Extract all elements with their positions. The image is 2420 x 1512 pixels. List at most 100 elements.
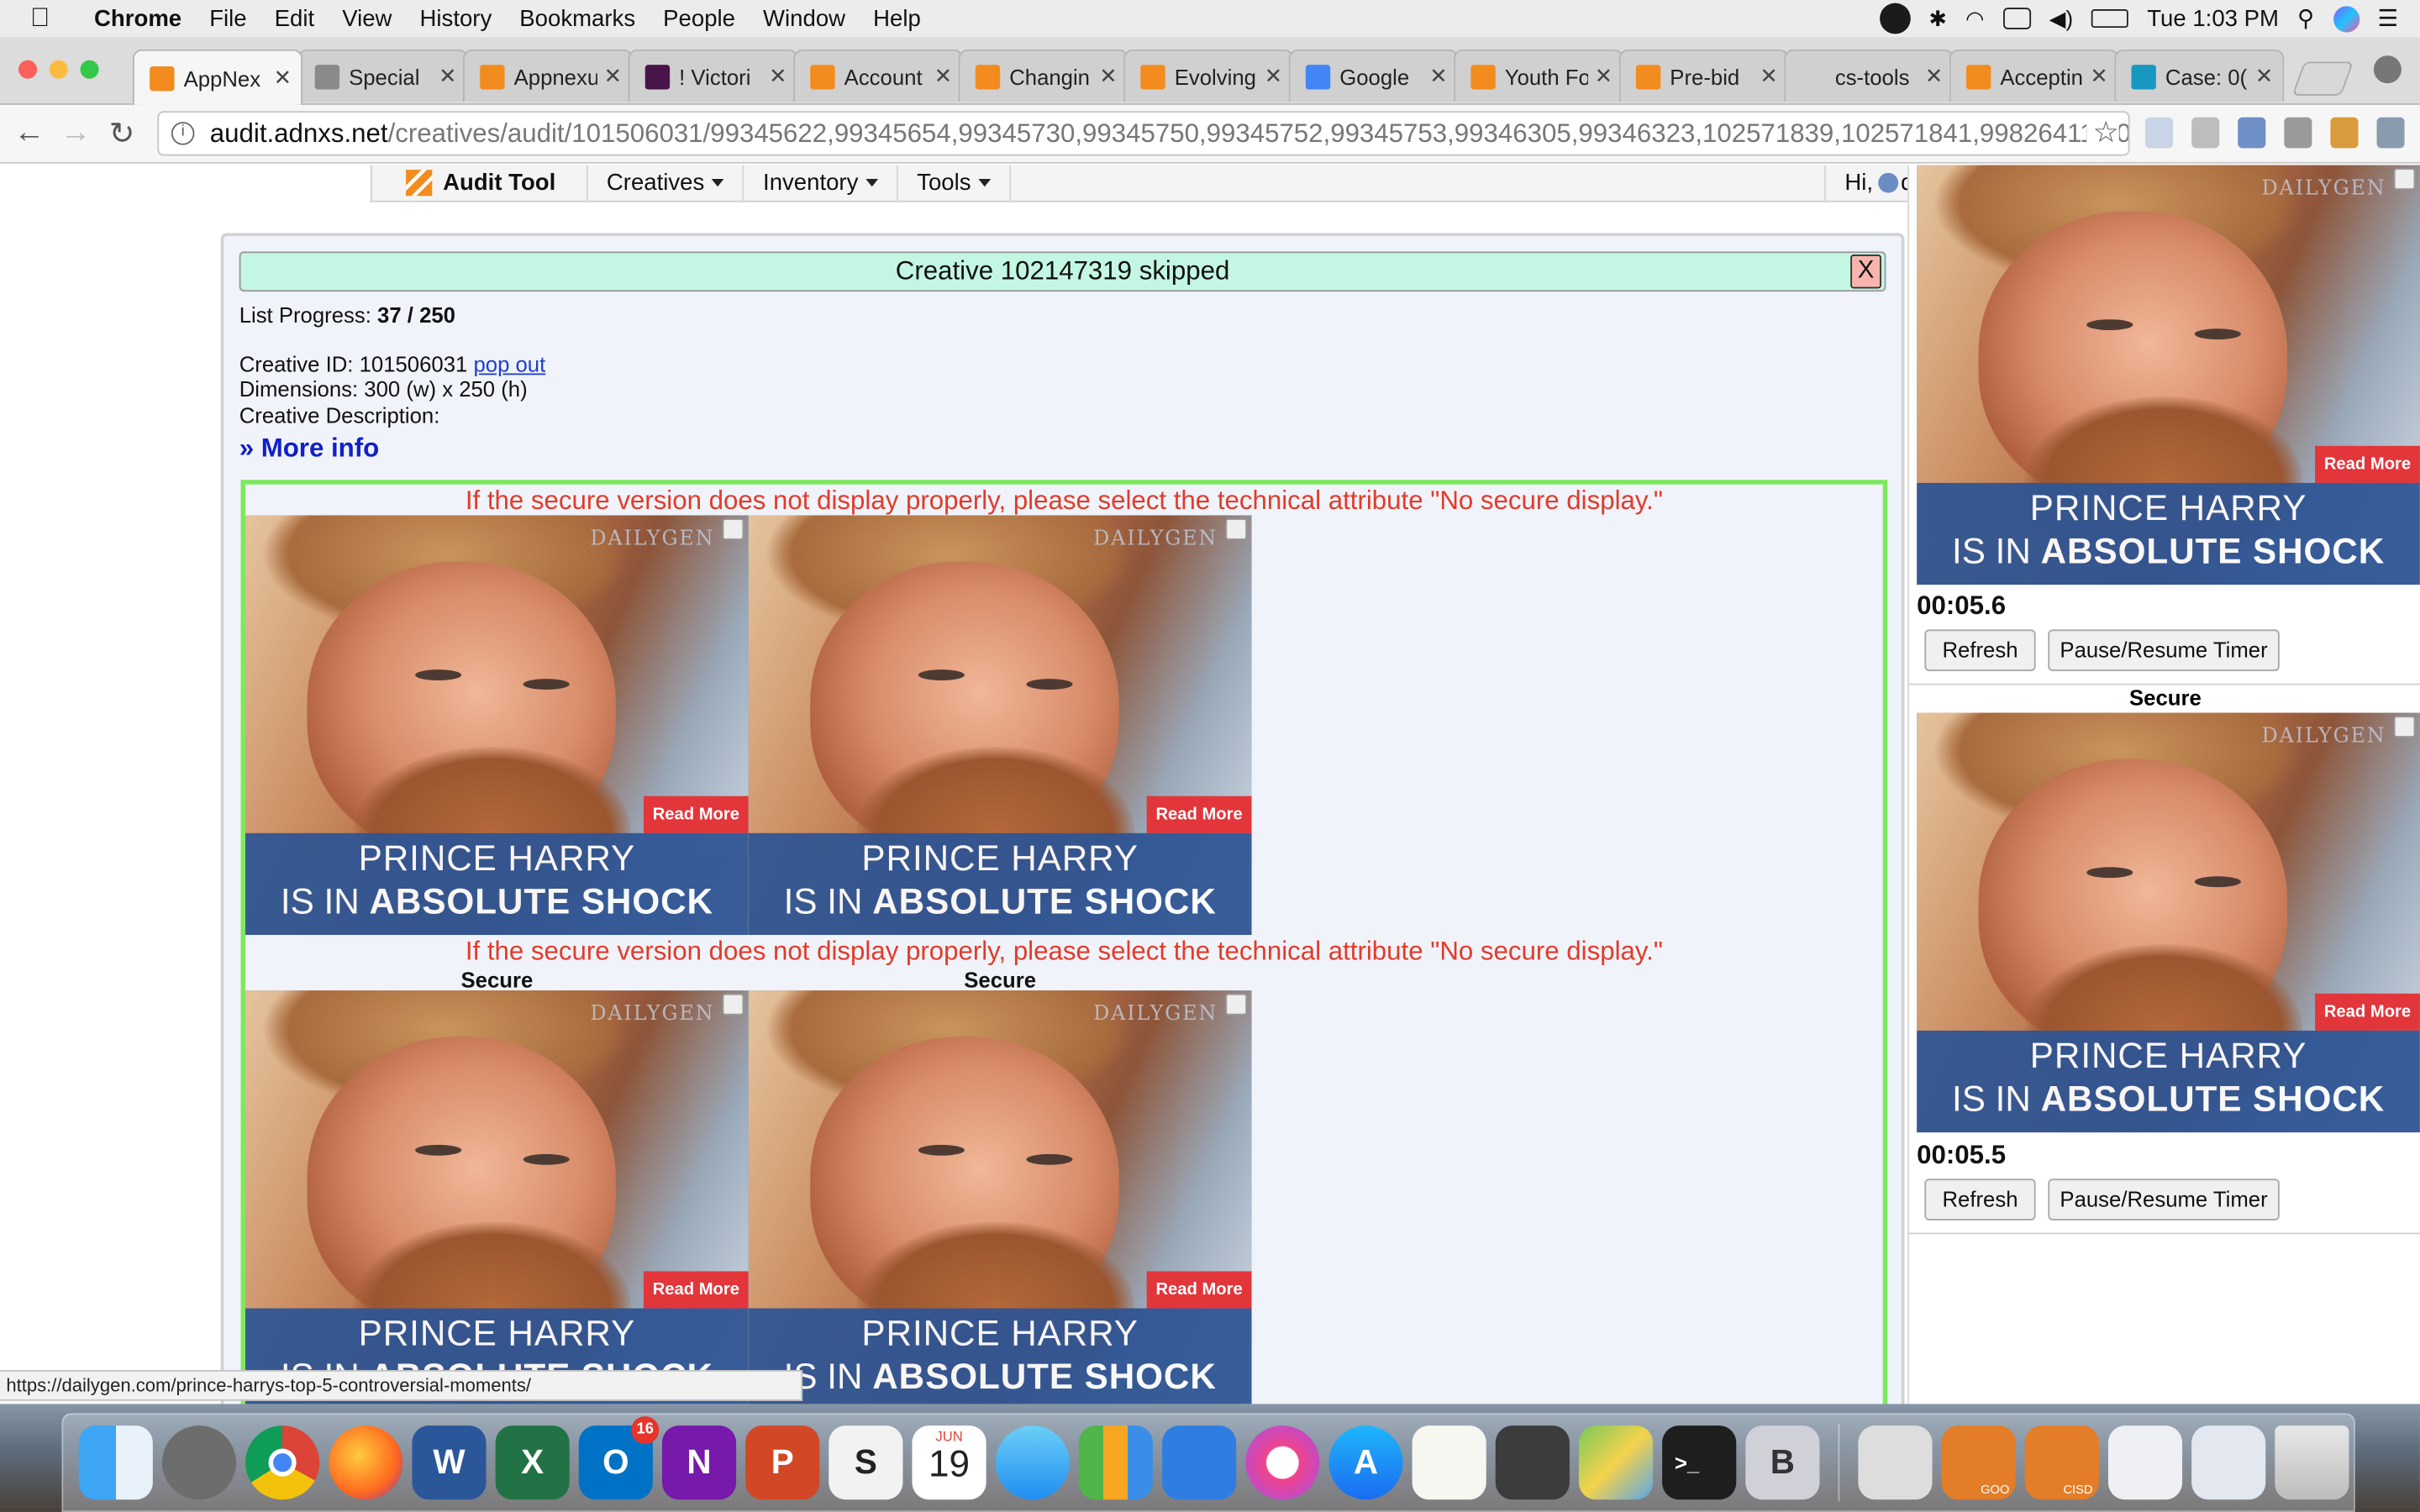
extension-gift-icon[interactable] xyxy=(2376,117,2405,149)
read-more-button[interactable]: Read More xyxy=(2315,993,2420,1031)
reload-icon[interactable]: ↻ xyxy=(99,114,145,153)
profile-icon[interactable] xyxy=(2373,55,2402,84)
browser-tab[interactable]: Changin ✕ xyxy=(958,49,1128,102)
word-icon[interactable]: W xyxy=(412,1425,487,1500)
tab-close-icon[interactable]: ✕ xyxy=(2255,63,2274,89)
chrome-window-thumbnail-icon[interactable] xyxy=(2107,1425,2183,1500)
app-brand[interactable]: Audit Tool xyxy=(372,165,588,201)
chrome-icon[interactable] xyxy=(245,1425,320,1500)
tab-close-icon[interactable]: ✕ xyxy=(604,63,623,89)
slack-s-icon[interactable]: S xyxy=(829,1425,903,1500)
adchoices-icon[interactable] xyxy=(722,518,744,540)
read-more-button[interactable]: Read More xyxy=(643,1271,749,1309)
dollar-status-icon[interactable] xyxy=(1879,3,1911,34)
ad-creative-preview[interactable]: DAILYGEN Read More PRINCE HARRY IS IN ABS… xyxy=(1917,165,2420,585)
browser-tab[interactable]: Pre-bid ✕ xyxy=(1618,49,1789,102)
system-preferences-icon[interactable] xyxy=(161,1425,237,1500)
tab-close-icon[interactable]: ✕ xyxy=(1265,63,1283,89)
forward-arrow-icon[interactable]: → xyxy=(52,116,98,151)
browser-tab[interactable]: Case: 0(✕ xyxy=(2114,49,2285,102)
tab-close-icon[interactable]: ✕ xyxy=(439,63,457,89)
menu-file[interactable]: File xyxy=(196,5,260,31)
tab-close-icon[interactable]: ✕ xyxy=(934,63,953,89)
browser-tab[interactable]: ! Victori ✕ xyxy=(628,49,798,102)
battery-icon[interactable] xyxy=(2091,9,2129,29)
menu-help[interactable]: Help xyxy=(860,5,935,31)
airplay-icon[interactable] xyxy=(2002,8,2031,29)
ad-creative-secure-preview[interactable]: DAILYGEN Read More PRINCE HARRY IS IN ABS… xyxy=(1917,712,2420,1133)
read-more-button[interactable]: Read More xyxy=(1146,795,1252,833)
adchoices-icon[interactable] xyxy=(1225,518,1248,540)
menu-edit[interactable]: Edit xyxy=(260,5,329,31)
tab-close-icon[interactable]: ✕ xyxy=(1925,63,1944,89)
adchoices-icon[interactable] xyxy=(1225,993,1248,1016)
site-info-icon[interactable]: i xyxy=(171,122,195,145)
adchoices-icon[interactable] xyxy=(2393,716,2416,738)
excel-icon[interactable]: X xyxy=(495,1425,570,1500)
extension-search-icon[interactable] xyxy=(2145,117,2174,149)
read-more-button[interactable]: Read More xyxy=(2315,445,2420,483)
menu-app-name[interactable]: Chrome xyxy=(81,5,196,31)
browser-tab[interactable]: Evolving ✕ xyxy=(1123,49,1294,102)
spotlight-search-icon[interactable]: ⚲ xyxy=(2297,5,2314,32)
browser-tab[interactable]: Google ✕ xyxy=(1288,49,1459,102)
goo-icon[interactable]: GOO xyxy=(1941,1425,2016,1500)
extension-hammer-icon[interactable] xyxy=(2330,117,2359,149)
outlook-icon[interactable]: O 16 xyxy=(578,1416,660,1500)
pop-out-link[interactable]: pop out xyxy=(473,352,545,376)
address-bar[interactable]: i audit.adnxs.net/creatives/audit/101506… xyxy=(157,111,2130,156)
ad-creative[interactable]: DAILYGEN Read More PRINCE HARRY IS IN ABS… xyxy=(245,515,749,936)
tab-close-icon[interactable]: ✕ xyxy=(1760,63,1778,89)
menu-history[interactable]: History xyxy=(406,5,506,31)
trash-icon[interactable] xyxy=(2275,1425,2349,1500)
messages-icon[interactable] xyxy=(995,1425,1070,1500)
browser-tab[interactable]: Account ✕ xyxy=(793,49,964,102)
ad-creative-secure[interactable]: DAILYGEN Read More PRINCE HARRYIS IN ABS… xyxy=(245,990,749,1404)
terminal-icon[interactable]: >_ xyxy=(1662,1425,1737,1500)
zoom-window-button[interactable] xyxy=(80,60,99,79)
extension-pencil-icon[interactable] xyxy=(2191,117,2220,149)
read-more-button[interactable]: Read More xyxy=(1146,1271,1252,1309)
menu-window[interactable]: Window xyxy=(750,5,860,31)
document-icon[interactable] xyxy=(1858,1425,1933,1500)
onenote-icon[interactable]: N xyxy=(661,1425,737,1500)
volume-icon[interactable]: ◀) xyxy=(2049,5,2073,31)
more-info-link[interactable]: » More info xyxy=(239,433,380,465)
menu-view[interactable]: View xyxy=(329,5,406,31)
itunes-icon[interactable] xyxy=(1245,1425,1320,1500)
minimize-window-button[interactable] xyxy=(49,60,68,79)
tab-close-icon[interactable]: ✕ xyxy=(274,65,292,91)
refresh-button[interactable]: Refresh xyxy=(1924,1179,2036,1221)
browser-tab[interactable]: Youth Fo ✕ xyxy=(1454,49,1624,102)
textedit-icon[interactable] xyxy=(1412,1425,1486,1500)
outlook-window-thumbnail-icon[interactable] xyxy=(2191,1425,2266,1500)
refresh-button[interactable]: Refresh xyxy=(1924,629,2036,671)
pause-resume-timer-button[interactable]: Pause/Resume Timer xyxy=(2048,629,2280,671)
extension-person-icon[interactable] xyxy=(2238,117,2266,149)
ad-creative[interactable]: DAILYGEN Read More PRINCE HARRY IS IN ABS… xyxy=(748,515,1252,936)
new-tab-button[interactable] xyxy=(2291,61,2354,96)
nav-tools-menu[interactable]: Tools xyxy=(898,165,1012,201)
tab-close-icon[interactable]: ✕ xyxy=(1595,63,1613,89)
siri-icon[interactable] xyxy=(2333,5,2360,32)
sublime-icon[interactable] xyxy=(1495,1425,1570,1500)
nav-creatives-menu[interactable]: Creatives xyxy=(588,165,745,201)
notification-center-icon[interactable]: ☰ xyxy=(2378,5,2399,32)
cisd-icon[interactable]: CISD xyxy=(2024,1425,2099,1500)
pause-resume-timer-button[interactable]: Pause/Resume Timer xyxy=(2048,1179,2280,1221)
read-more-button[interactable]: Read More xyxy=(643,795,749,833)
bookmark-star-icon[interactable]: ☆ xyxy=(2086,115,2119,151)
nav-inventory-menu[interactable]: Inventory xyxy=(744,165,899,201)
firefox-icon[interactable] xyxy=(329,1425,403,1500)
menu-bookmarks[interactable]: Bookmarks xyxy=(506,5,650,31)
menu-people[interactable]: People xyxy=(650,5,750,31)
keynote-icon[interactable] xyxy=(1162,1425,1237,1500)
back-arrow-icon[interactable]: ← xyxy=(6,116,52,151)
tab-close-icon[interactable]: ✕ xyxy=(769,63,787,89)
bbedit-icon[interactable]: B xyxy=(1745,1425,1820,1500)
close-notice-button[interactable]: X xyxy=(1850,255,1881,289)
numbers-icon[interactable] xyxy=(1078,1425,1154,1500)
browser-tab[interactable]: Special ✕ xyxy=(297,49,468,102)
adchoices-icon[interactable] xyxy=(2393,168,2416,190)
finder-icon[interactable] xyxy=(78,1425,153,1500)
